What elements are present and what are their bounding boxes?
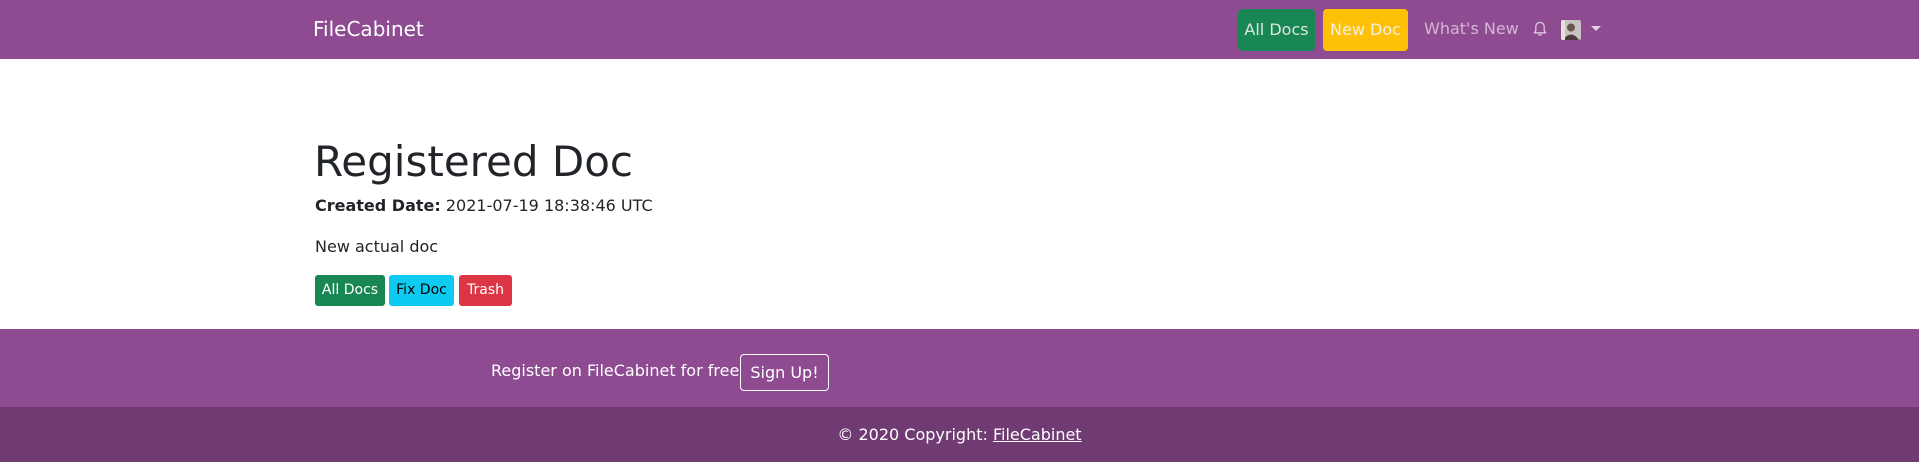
copyright-text: © 2020 Copyright:: [837, 425, 988, 444]
fix-doc-button[interactable]: Fix Doc: [389, 275, 454, 306]
chevron-down-icon[interactable]: [1591, 26, 1601, 31]
sign-up-button[interactable]: Sign Up!: [740, 354, 829, 391]
trash-button[interactable]: Trash: [459, 275, 512, 306]
whats-new-link[interactable]: What's New: [1424, 19, 1519, 39]
page-title: Registered Doc: [314, 137, 633, 186]
created-date-value: 2021-07-19 18:38:46 UTC: [445, 196, 653, 215]
created-date: Created Date: 2021-07-19 18:38:46 UTC: [315, 196, 653, 216]
register-text: Register on FileCabinet for free: [491, 361, 740, 380]
created-date-label: Created Date:: [315, 196, 441, 215]
top-navbar: FileCabinet All Docs New Doc What's New: [0, 0, 1919, 59]
brand-link[interactable]: FileCabinet: [313, 16, 424, 42]
all-docs-button[interactable]: All Docs: [315, 275, 385, 306]
footer-register-section: [0, 329, 1919, 407]
doc-description: New actual doc: [315, 237, 439, 256]
copyright-link[interactable]: FileCabinet: [993, 425, 1082, 444]
copyright: © 2020 Copyright: FileCabinet: [0, 425, 1919, 445]
nav-new-doc-button[interactable]: New Doc: [1323, 9, 1408, 51]
nav-all-docs-button[interactable]: All Docs: [1238, 9, 1315, 51]
user-avatar[interactable]: [1561, 20, 1581, 40]
bell-icon[interactable]: [1531, 20, 1549, 38]
